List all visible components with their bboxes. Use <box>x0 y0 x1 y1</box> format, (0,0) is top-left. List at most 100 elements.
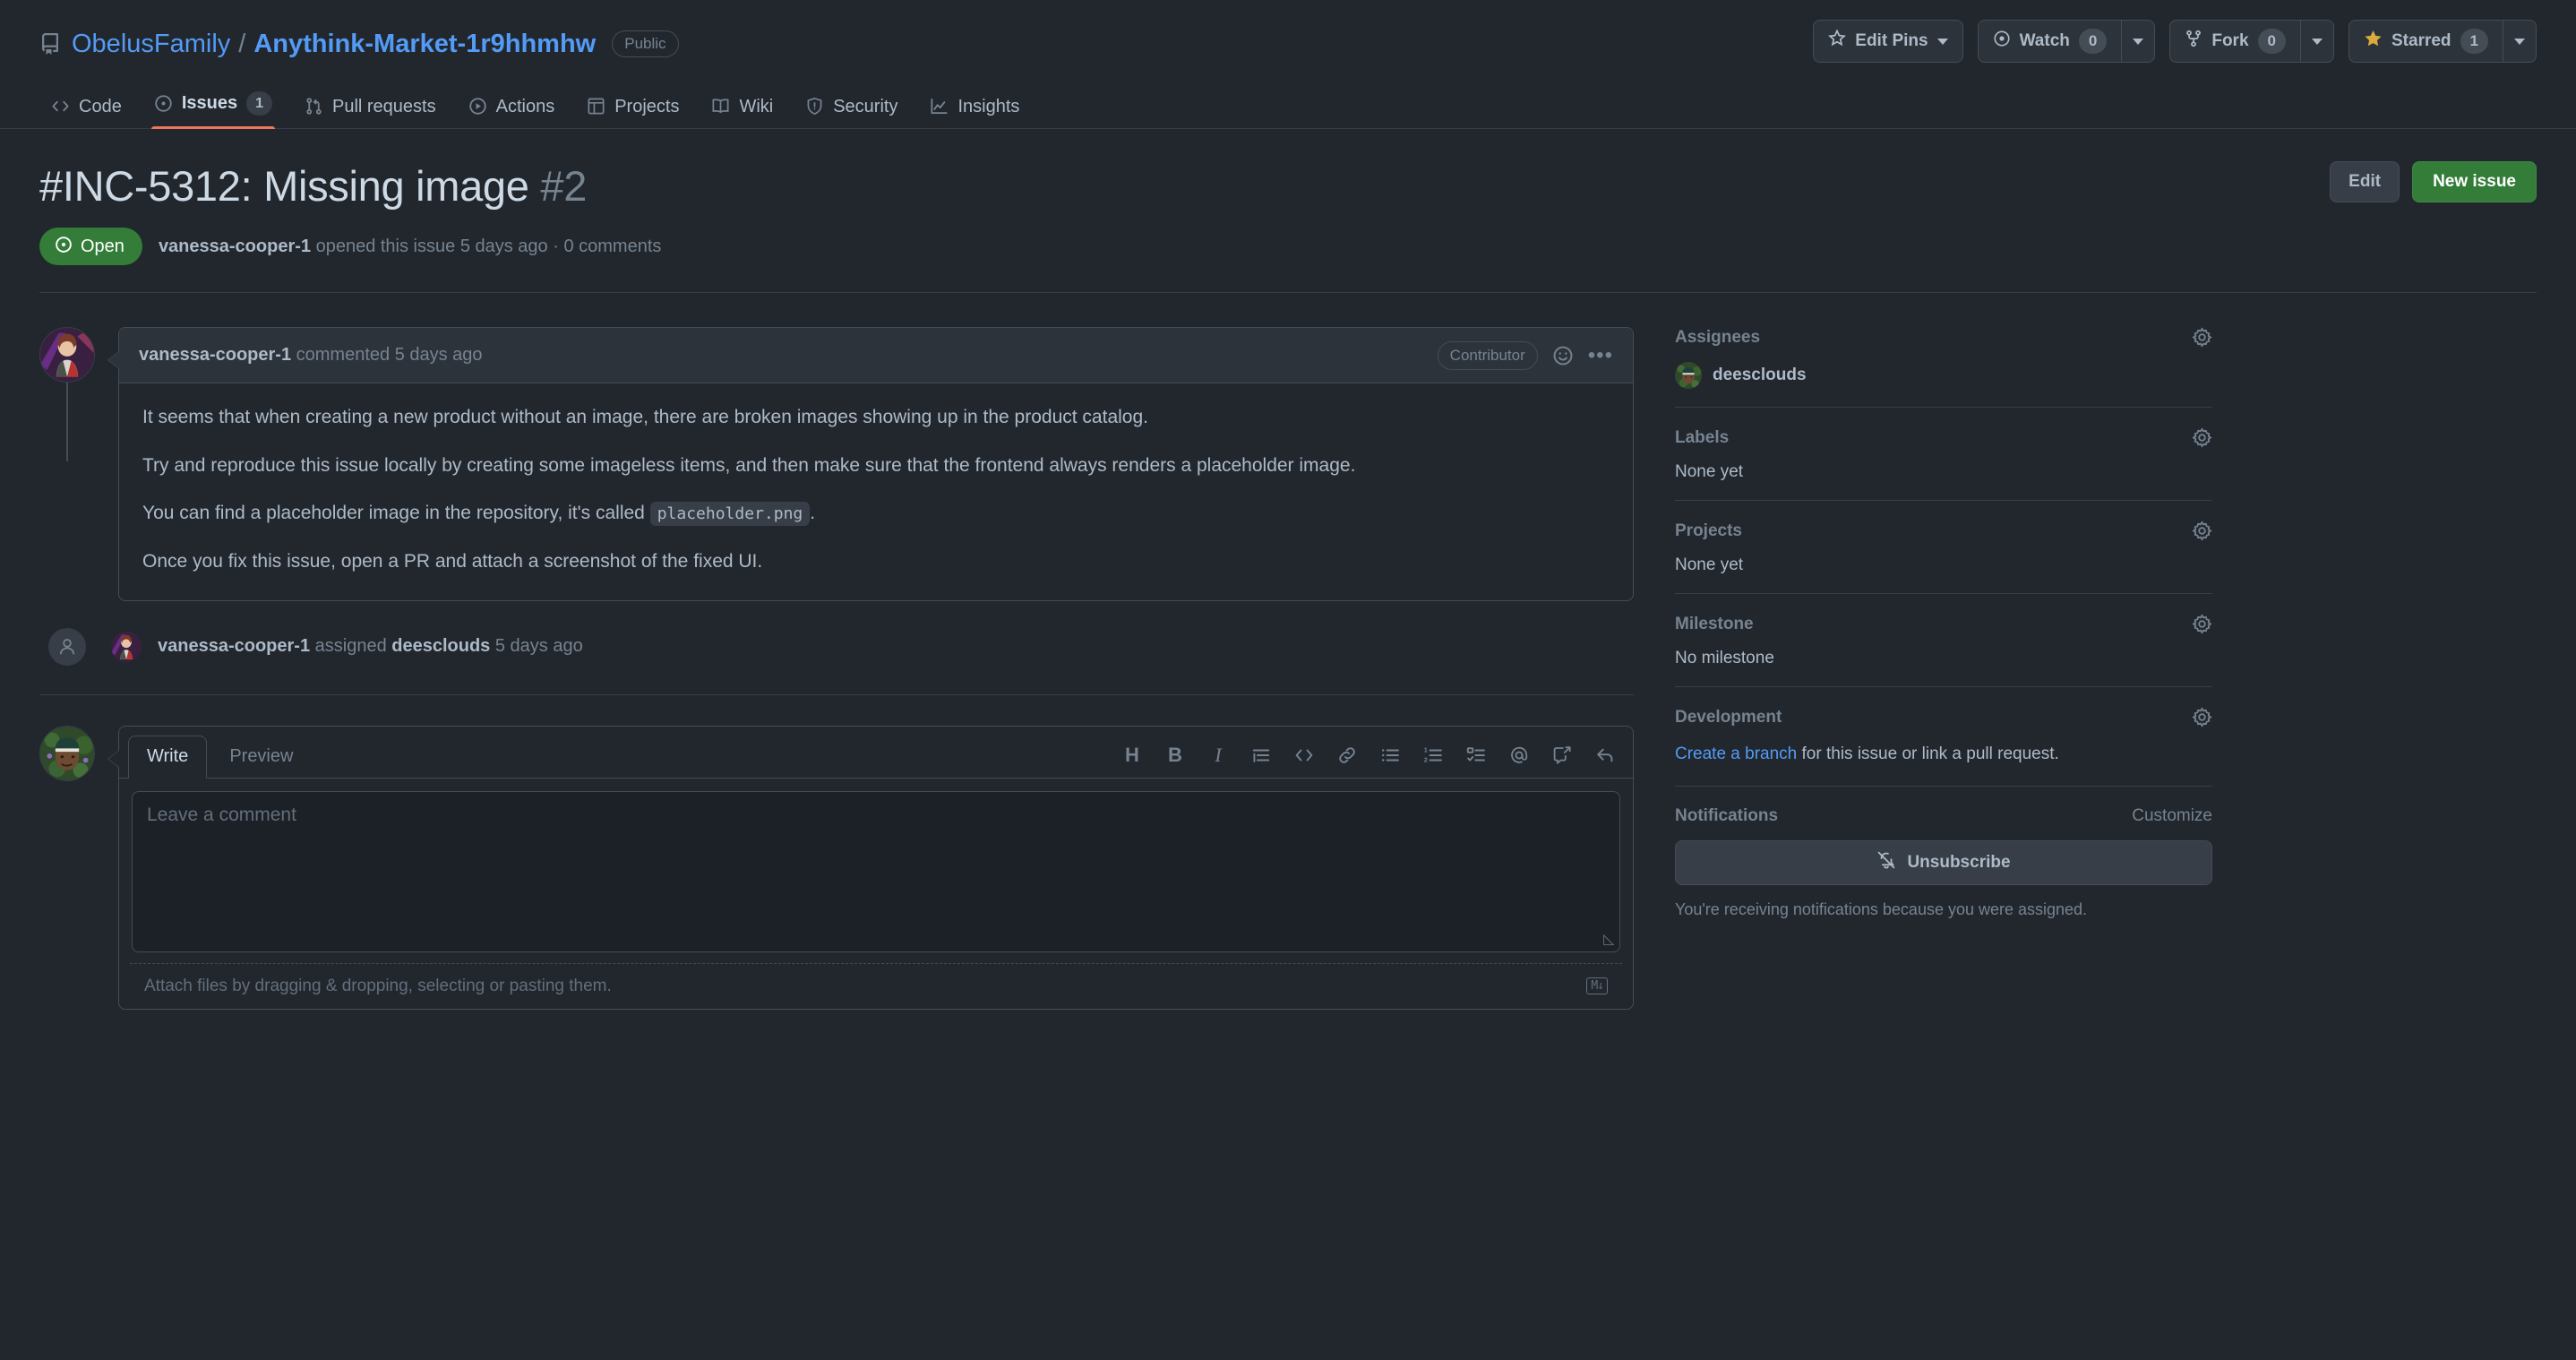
watch-button[interactable]: Watch 0 <box>1977 20 2122 63</box>
reply-icon[interactable] <box>1593 744 1617 767</box>
repo-actions: Edit Pins Watch 0 Fork 0 Starred 1 <box>1813 20 2537 63</box>
status-badge-label: Open <box>81 237 125 257</box>
tab-issues[interactable]: Issues 1 <box>142 90 284 130</box>
comment-action: commented <box>296 345 391 366</box>
starred-dropdown-button[interactable] <box>2503 20 2537 63</box>
create-branch-link[interactable]: Create a branch <box>1675 745 1797 763</box>
sidebar-development-text: Create a branch for this issue or link a… <box>1675 742 2212 768</box>
sidebar-notifications-title: Notifications <box>1675 805 1779 825</box>
gear-icon[interactable] <box>2192 521 2212 541</box>
ordered-list-icon[interactable]: 12 <box>1421 744 1445 767</box>
inline-code-placeholder-png: placeholder.png <box>649 502 811 527</box>
gear-icon[interactable] <box>2192 614 2212 634</box>
smiley-icon[interactable] <box>1552 345 1574 366</box>
gear-icon[interactable] <box>2192 327 2212 348</box>
sidebar-projects-title: Projects <box>1675 521 1742 540</box>
tab-preview[interactable]: Preview <box>210 736 312 779</box>
mention-icon[interactable] <box>1507 744 1531 767</box>
tab-write[interactable]: Write <box>128 735 208 779</box>
avatar[interactable] <box>39 725 95 781</box>
task-list-icon[interactable] <box>1464 744 1488 767</box>
fork-button[interactable]: Fork 0 <box>2169 20 2300 63</box>
bold-icon[interactable]: B <box>1163 744 1187 767</box>
italic-icon[interactable]: I <box>1206 744 1230 767</box>
comment-paragraph: Try and reproduce this issue locally by … <box>142 454 1356 476</box>
comment-input-placeholder: Leave a comment <box>147 804 296 825</box>
comment-body: It seems that when creating a new produc… <box>119 383 1633 599</box>
sidebar-section-labels: Labels None yet <box>1675 407 2212 500</box>
sidebar-notifications-header: Notifications Customize <box>1675 806 2212 826</box>
sidebar-labels-title: Labels <box>1675 427 1730 447</box>
tab-projects[interactable]: Projects <box>575 97 691 128</box>
comment-input[interactable]: Leave a comment ◿ <box>132 790 1620 952</box>
tab-actions[interactable]: Actions <box>457 97 567 128</box>
tab-insights[interactable]: Insights <box>918 97 1031 128</box>
repo-owner-link[interactable]: ObelusFamily <box>72 30 230 57</box>
tab-issues-count: 1 <box>246 90 272 116</box>
kebab-horizontal-icon[interactable]: ••• <box>1588 344 1613 366</box>
link-icon[interactable] <box>1335 744 1359 767</box>
issue-author-link[interactable]: vanessa-cooper-1 <box>159 237 311 256</box>
comment-paragraph-after: . <box>810 503 816 524</box>
gear-icon[interactable] <box>2192 427 2212 448</box>
comment-header: vanessa-cooper-1 commented 5 days ago Co… <box>119 328 1633 384</box>
unordered-list-icon[interactable] <box>1378 744 1402 767</box>
edit-button[interactable]: Edit <box>2330 161 2400 202</box>
chevron-down-icon <box>2514 38 2525 45</box>
event-target-link[interactable]: deesclouds <box>391 636 490 656</box>
avatar[interactable] <box>39 327 95 383</box>
repo-visibility-badge: Public <box>612 30 679 58</box>
heading-icon[interactable]: H <box>1121 744 1144 767</box>
sidebar-assignee-item[interactable]: deesclouds <box>1675 362 2212 390</box>
comment-author-link[interactable]: vanessa-cooper-1 <box>139 345 291 365</box>
sidebar-development-title: Development <box>1675 707 1782 727</box>
event-actor-link[interactable]: vanessa-cooper-1 <box>158 636 310 656</box>
tab-wiki[interactable]: Wiki <box>700 97 785 128</box>
repo-forked-icon <box>2185 30 2202 53</box>
tab-code[interactable]: Code <box>39 97 133 128</box>
new-issue-button[interactable]: New issue <box>2412 161 2537 202</box>
comment-box: vanessa-cooper-1 commented 5 days ago Co… <box>107 327 1634 601</box>
issue-container: #INC-5312: Missing image #2 Open vanessa… <box>0 129 2576 1010</box>
graph-icon <box>930 97 949 116</box>
tab-security-label: Security <box>833 96 898 116</box>
chevron-down-icon[interactable] <box>1936 38 1948 45</box>
fork-dropdown-button[interactable] <box>2300 20 2334 63</box>
quote-icon[interactable] <box>1249 744 1273 767</box>
avatar[interactable] <box>111 631 142 662</box>
code-icon[interactable] <box>1292 744 1316 767</box>
issue-opened-icon <box>154 94 173 113</box>
reference-icon[interactable] <box>1550 744 1574 767</box>
sidebar-milestone-title: Milestone <box>1675 614 1754 633</box>
unsubscribe-button[interactable]: Unsubscribe <box>1675 839 2212 885</box>
eye-icon <box>1993 30 2011 53</box>
comment-paragraph: It seems that when creating a new produc… <box>142 407 1148 428</box>
customize-notifications-link[interactable]: Customize <box>2132 806 2212 826</box>
svg-text:1: 1 <box>1424 747 1428 753</box>
timeline-event-text: vanessa-cooper-1 assigned deesclouds 5 d… <box>158 636 583 657</box>
repo-name-link[interactable]: Anythink-Market-1r9hhmhw <box>253 30 596 57</box>
starred-label: Starred <box>2391 31 2451 50</box>
file-dropzone[interactable]: Attach files by dragging & dropping, sel… <box>130 962 1622 996</box>
resize-handle-icon[interactable]: ◿ <box>1603 930 1614 948</box>
watch-label: Watch <box>2019 31 2070 50</box>
starred-button[interactable]: Starred 1 <box>2348 20 2503 63</box>
book-icon <box>711 97 730 116</box>
composer-body: Leave a comment ◿ Attach files by draggi… <box>119 779 1633 1009</box>
tab-insights-label: Insights <box>957 96 1020 116</box>
gear-icon[interactable] <box>2192 707 2212 727</box>
edit-pins-button[interactable]: Edit Pins <box>1813 20 1963 63</box>
watch-dropdown-button[interactable] <box>2121 20 2156 63</box>
author-role-badge: Contributor <box>1437 340 1538 370</box>
tab-projects-label: Projects <box>614 96 680 116</box>
sidebar-section-development: Development Create a branch for this iss… <box>1675 686 2212 786</box>
event-action: assigned <box>314 636 387 657</box>
starred-count: 1 <box>2460 29 2488 54</box>
tab-security[interactable]: Security <box>794 97 909 128</box>
sidebar-labels-header: Labels <box>1675 427 2212 448</box>
issue-opened-icon <box>55 236 73 257</box>
sidebar-labels-empty: None yet <box>1675 462 1744 482</box>
play-icon <box>468 97 487 116</box>
tab-pull-requests[interactable]: Pull requests <box>293 97 448 128</box>
chevron-down-icon <box>2312 38 2323 45</box>
